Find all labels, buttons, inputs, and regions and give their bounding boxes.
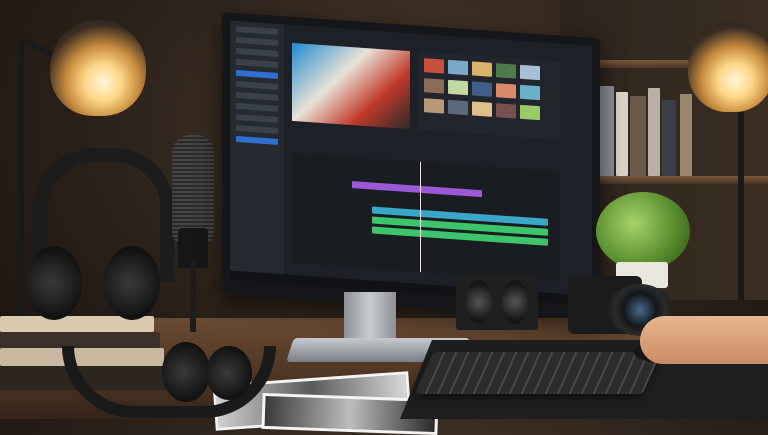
microphone-stand (190, 262, 196, 332)
video-editor-screen (230, 20, 592, 306)
book (662, 100, 676, 176)
hand-on-mouse (640, 316, 768, 364)
studio-scene (0, 0, 768, 435)
speaker-icon (456, 274, 538, 330)
thumbnail (448, 79, 468, 96)
thumbnail (520, 104, 540, 121)
sidebar-item (236, 124, 278, 134)
sidebar-item (236, 102, 278, 112)
lamp-pole (738, 80, 744, 300)
sidebar-item (236, 36, 278, 46)
media-bin (418, 51, 560, 140)
sidebar-item (236, 47, 278, 57)
sidebar-item (236, 113, 278, 123)
lamp-pole (18, 40, 24, 320)
speaker-driver (502, 280, 528, 324)
headphones-ear-cup (162, 342, 210, 402)
headphones-ear-cup (206, 346, 252, 400)
monitor (222, 12, 600, 321)
thumbnail (424, 98, 444, 114)
book (616, 92, 628, 176)
lamp-icon (688, 22, 768, 112)
timeline-playhead (420, 161, 421, 272)
speaker-driver (466, 280, 492, 324)
editing-timeline (292, 152, 560, 282)
editor-sidebar (230, 20, 284, 285)
thumbnail (472, 61, 492, 77)
thumbnail (496, 103, 516, 119)
thumbnail (520, 84, 540, 101)
sidebar-item (236, 80, 278, 90)
sidebar-item (236, 25, 278, 35)
book (600, 86, 614, 176)
thumbnail (448, 59, 468, 76)
thumbnail (424, 78, 444, 94)
thumbnail (472, 101, 492, 117)
book (648, 88, 660, 176)
plant-icon (596, 192, 690, 270)
thumbnail (496, 83, 516, 99)
thumbnail (520, 64, 540, 81)
book (680, 94, 692, 176)
preview-viewer (292, 42, 410, 130)
timeline-clip (352, 181, 482, 198)
thumbnail (448, 99, 468, 116)
monitor-stand (344, 292, 396, 342)
headphones-ear-cup (26, 246, 82, 320)
thumbnail (496, 63, 516, 79)
sidebar-item (236, 91, 278, 101)
microphone-icon (172, 135, 214, 243)
book (630, 96, 646, 176)
thumbnail (424, 58, 444, 74)
thumbnail (472, 81, 492, 97)
headphones-ear-cup (104, 246, 160, 320)
sidebar-item-selected (236, 135, 278, 145)
sidebar-item (236, 58, 278, 68)
lamp-icon (50, 20, 146, 116)
keyboard-icon (414, 352, 662, 394)
sidebar-item-selected (236, 69, 278, 79)
